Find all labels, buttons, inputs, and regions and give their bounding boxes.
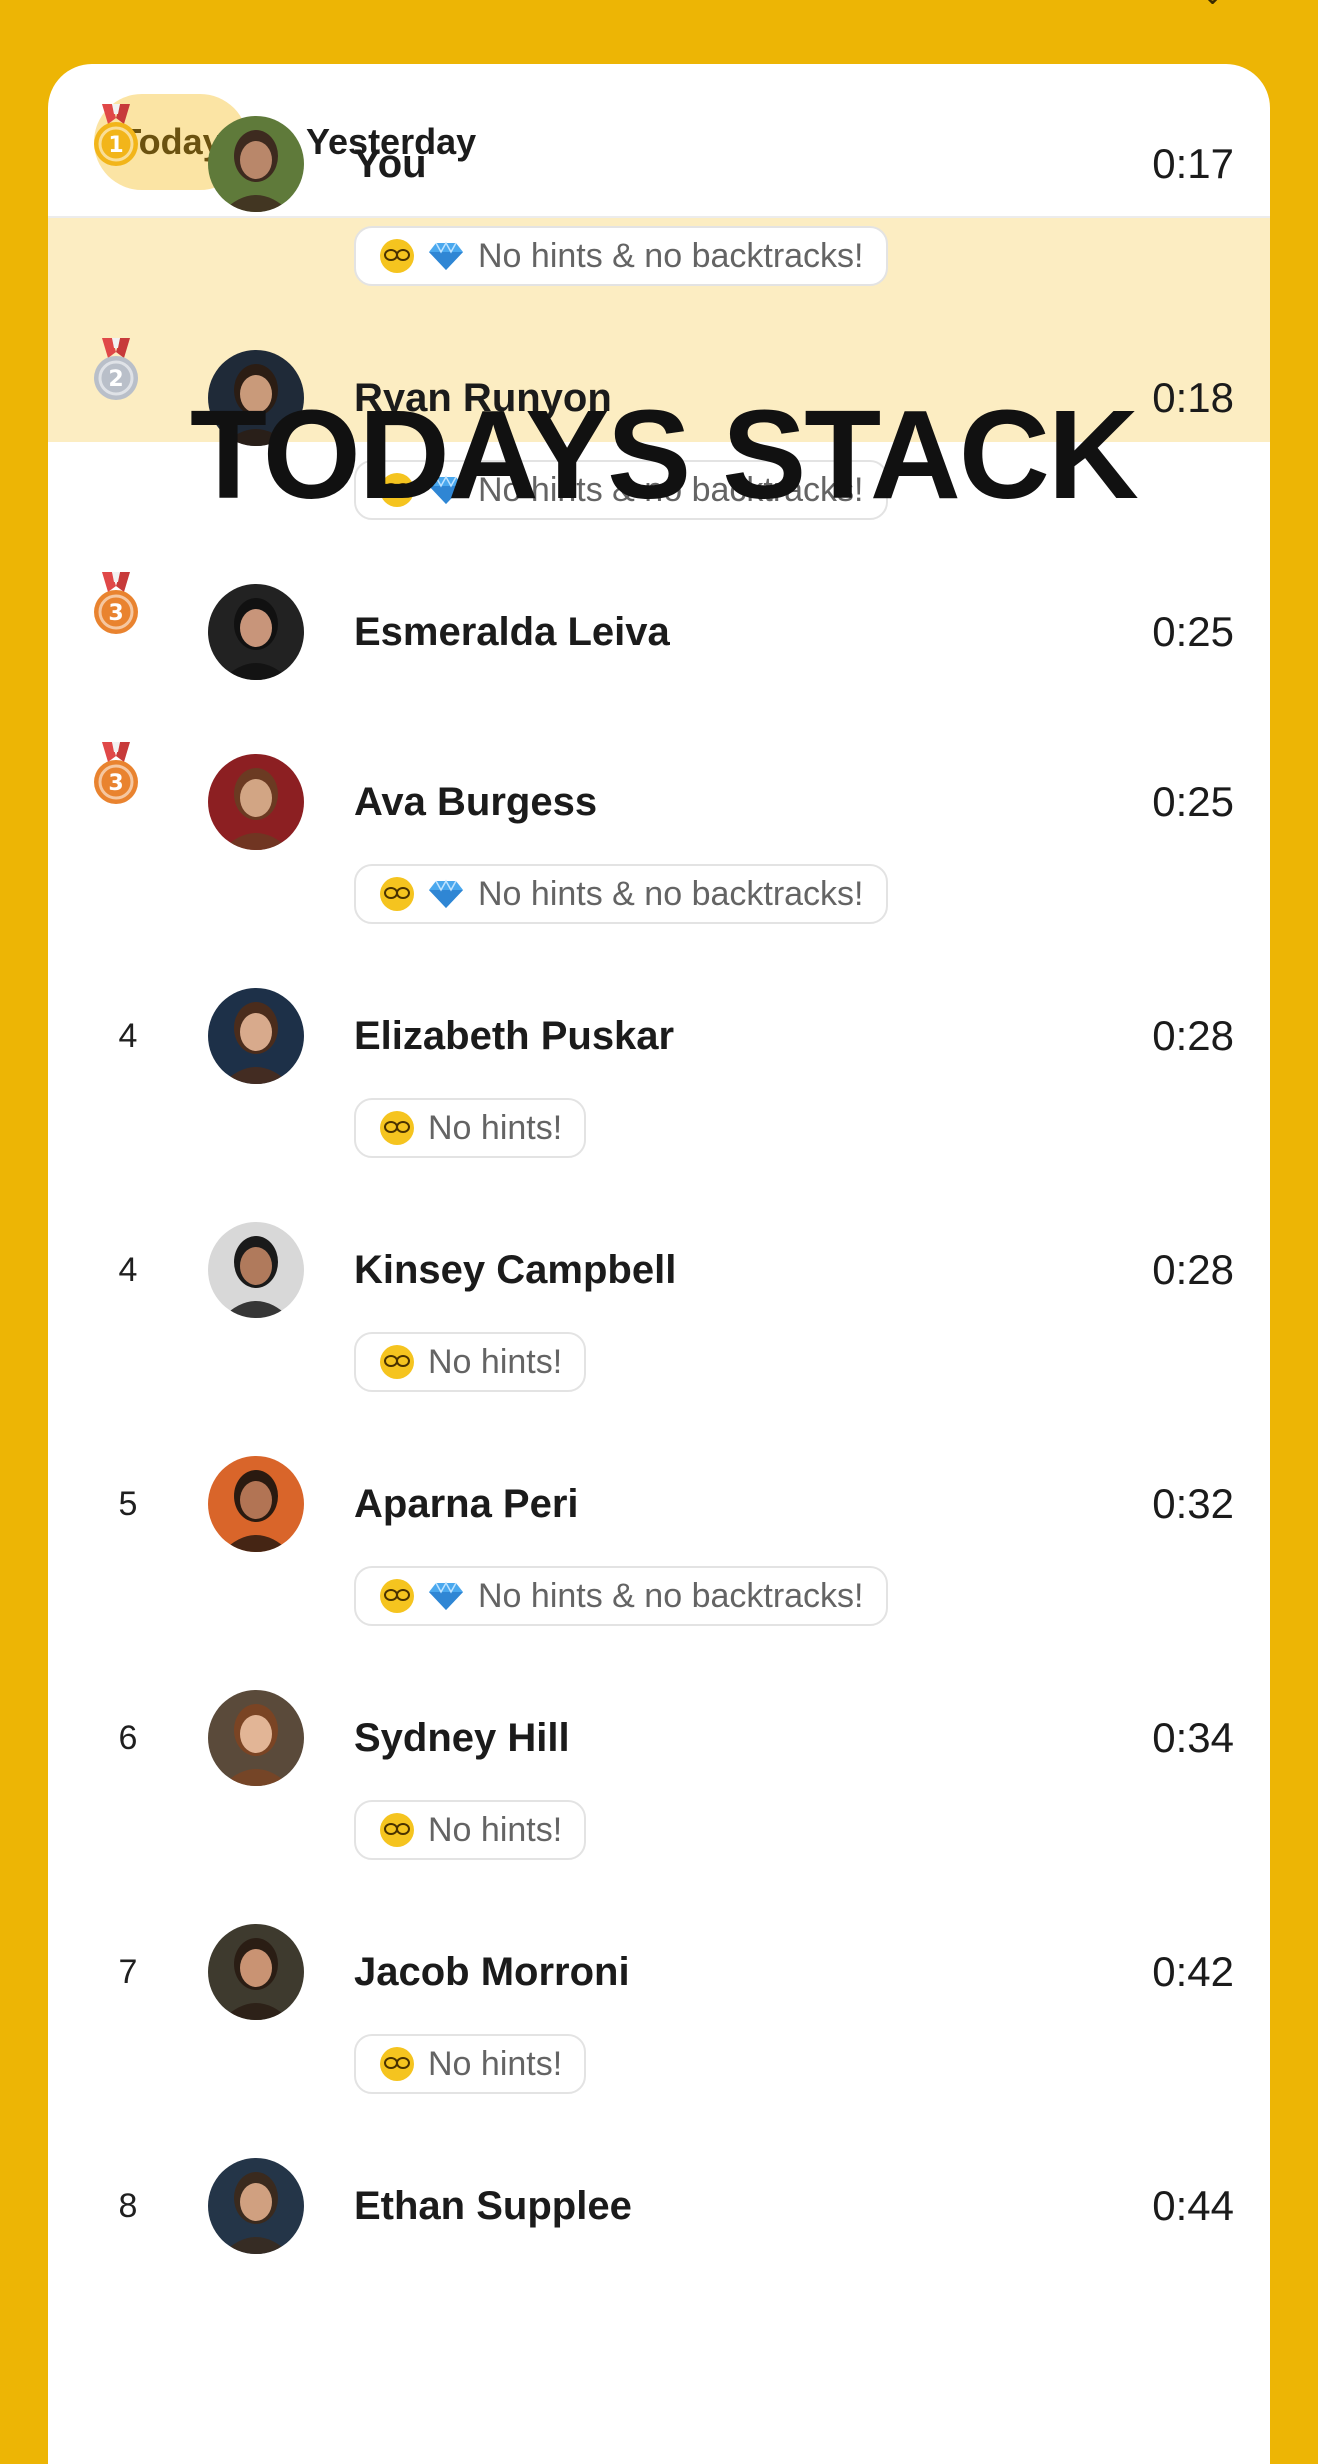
bronze-medal-icon: 3 (88, 572, 144, 636)
achievement-badge: No hints! (354, 1098, 587, 1158)
solve-time: 0:17 (1152, 140, 1234, 187)
badge-label: No hints! (428, 1810, 563, 1849)
player-name: Elizabeth Puskar (354, 1014, 675, 1058)
player-name: Esmeralda Leiva (354, 610, 670, 654)
gold-medal-icon: 1 (88, 104, 144, 168)
player-name: Jacob Morroni (354, 1950, 630, 1994)
solve-time: 0:44 (1152, 2182, 1234, 2229)
gem-icon (428, 1581, 464, 1611)
badge-label: No hints! (428, 1108, 563, 1147)
achievement-badge: No hints! (354, 1800, 587, 1860)
collapse-icon[interactable]: ⌄ (1200, 0, 1236, 4)
badge-label: No hints! (428, 1342, 563, 1381)
avatar[interactable] (208, 754, 304, 850)
svg-text:1: 1 (108, 133, 123, 158)
achievement-badge: No hints! (354, 2034, 587, 2094)
badge-label: No hints! (428, 2044, 563, 2083)
silver-medal-icon: 2 (88, 338, 144, 402)
achievement-badge: No hints & no backtracks! (354, 1566, 888, 1626)
player-name: You (354, 142, 427, 186)
nerd-face-icon (380, 1345, 414, 1379)
badge-label: No hints & no backtracks! (478, 236, 864, 275)
overlay-title: TODAYS STACK (190, 384, 1139, 525)
avatar[interactable] (208, 1690, 304, 1786)
nerd-face-icon (380, 1579, 414, 1613)
bronze-medal-icon: 3 (88, 742, 144, 806)
nerd-face-icon (380, 877, 414, 911)
solve-time: 0:28 (1152, 1012, 1234, 1059)
solve-time: 0:25 (1152, 608, 1234, 655)
badge-label: No hints & no backtracks! (478, 874, 864, 913)
avatar[interactable] (208, 1924, 304, 2020)
player-name: Aparna Peri (354, 1482, 579, 1526)
gem-icon (428, 241, 464, 271)
avatar[interactable] (208, 116, 304, 212)
svg-text:2: 2 (108, 367, 123, 392)
solve-time: 0:32 (1152, 1480, 1234, 1527)
solve-time: 0:28 (1152, 1246, 1234, 1293)
solve-time: 0:42 (1152, 1948, 1234, 1995)
nerd-face-icon (380, 1813, 414, 1847)
avatar[interactable] (208, 584, 304, 680)
nerd-face-icon (380, 2047, 414, 2081)
gem-icon (428, 879, 464, 909)
rank-number: 6 (118, 1719, 138, 1757)
achievement-badge: No hints & no backtracks! (354, 226, 888, 286)
badge-label: No hints & no backtracks! (478, 1576, 864, 1615)
player-name: Ethan Supplee (354, 2184, 632, 2228)
rank-number: 8 (118, 2187, 138, 2225)
svg-text:3: 3 (108, 771, 123, 796)
player-name: Sydney Hill (354, 1716, 570, 1760)
player-name: Ava Burgess (354, 780, 598, 824)
rank-number: 5 (118, 1485, 138, 1523)
solve-time: 0:18 (1152, 374, 1234, 421)
rank-number: 4 (118, 1017, 138, 1055)
leaderboard-row[interactable]: 8 Ethan Supplee 0:44 (48, 2158, 1270, 2464)
avatar[interactable] (208, 1456, 304, 1552)
rank-number: 4 (118, 1251, 138, 1289)
achievement-badge: No hints & no backtracks! (354, 864, 888, 924)
nerd-face-icon (380, 239, 414, 273)
rank-number: 7 (118, 1953, 138, 1991)
avatar[interactable] (208, 2158, 304, 2254)
achievement-badge: No hints! (354, 1332, 587, 1392)
solve-time: 0:34 (1152, 1714, 1234, 1761)
svg-text:3: 3 (108, 601, 123, 626)
nerd-face-icon (380, 1111, 414, 1145)
avatar[interactable] (208, 1222, 304, 1318)
solve-time: 0:25 (1152, 778, 1234, 825)
avatar[interactable] (208, 988, 304, 1084)
player-name: Kinsey Campbell (354, 1248, 677, 1292)
